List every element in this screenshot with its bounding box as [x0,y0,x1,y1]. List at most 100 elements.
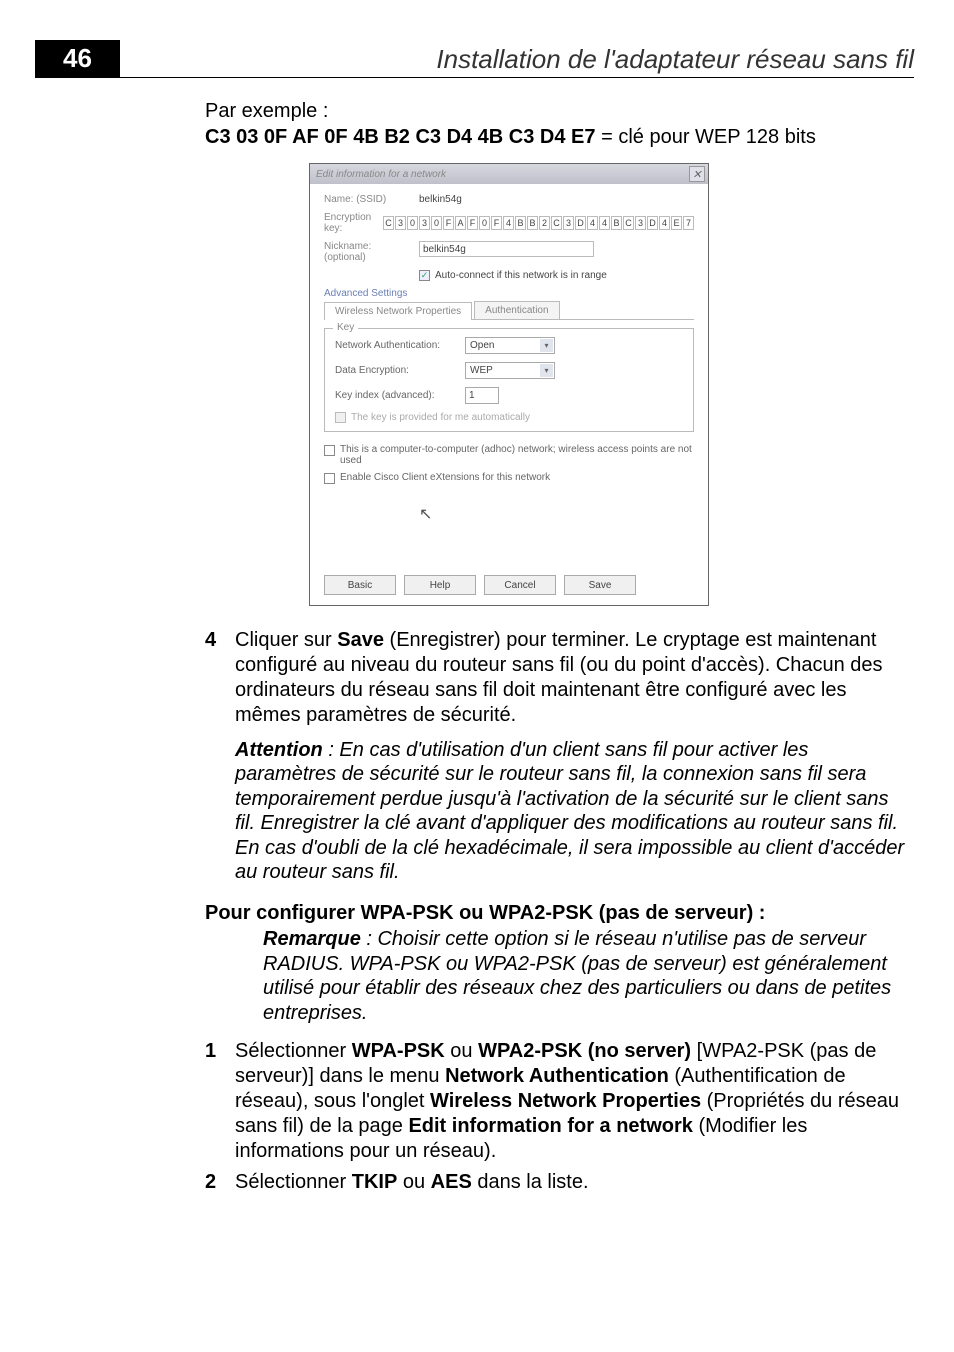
wep-key-value: C3 03 0F AF 0F 4B B2 C3 D4 4B C3 D4 E7 [205,126,596,148]
t: Cliquer sur [235,629,337,651]
wep-key-example: C3 03 0F AF 0F 4B B2 C3 D4 4B C3 D4 E7 =… [205,126,914,149]
content-area: Par exemple : C3 03 0F AF 0F 4B B2 C3 D4… [205,100,914,1195]
enc-char-box: 4 [587,216,598,230]
cisco-label: Enable Cisco Client eXtensions for this … [340,472,550,483]
enc-char-box: D [575,216,586,230]
enc-char-box: B [515,216,526,230]
enc-char-box: 7 [683,216,694,230]
enc-char-box: A [455,216,466,230]
b: WPA-PSK [352,1040,445,1062]
step-4: 4 Cliquer sur Save (Enregistrer) pour te… [205,628,914,728]
enc-char-box: 4 [503,216,514,230]
netauth-row: Network Authentication: Open ▾ [335,337,683,354]
nickname-row: Nickname: (optional) belkin54g [324,241,694,263]
tabs: Wireless Network Properties Authenticati… [324,301,694,320]
remarque-note: Remarque : Choisir cette option si le ré… [263,927,914,1025]
b: Wireless Network Properties [430,1090,701,1112]
step-number: 4 [205,628,235,728]
dataenc-select: WEP ▾ [465,362,555,379]
dialog-titlebar: Edit information for a network ✕ [310,164,708,184]
attention-note: Attention : En cas d'utilisation d'un cl… [235,738,914,884]
enc-char-box: 4 [659,216,670,230]
autoconnect-row: ✓ Auto-connect if this network is in ran… [419,270,694,281]
dialog-body: Name: (SSID) belkin54g Encryption key: C… [310,184,708,605]
step-1-text: Sélectionner WPA-PSK ou WPA2-PSK (no ser… [235,1039,914,1164]
enc-char-box: C [623,216,634,230]
close-icon: ✕ [689,166,705,182]
attention-label: Attention [235,739,323,761]
keyidx-row: Key index (advanced): 1 [335,387,683,404]
key-legend: Key [333,322,358,333]
enc-char-box: 3 [635,216,646,230]
dataenc-label: Data Encryption: [335,365,465,376]
b: TKIP [352,1171,398,1193]
save-button: Save [564,575,636,595]
enc-char-box: C [551,216,562,230]
enc-key-label: Encryption key: [324,212,383,234]
netauth-select: Open ▾ [465,337,555,354]
t: Sélectionner [235,1171,352,1193]
step-number: 1 [205,1039,235,1164]
chevron-down-icon: ▾ [540,339,553,352]
t: ou [397,1171,430,1193]
dialog-footer: Basic Help Cancel Save [324,569,694,595]
keyidx-spinner: 1 [465,387,499,404]
header-rule [35,77,914,78]
dataenc-row: Data Encryption: WEP ▾ [335,362,683,379]
t: Sélectionner [235,1040,352,1062]
netauth-value: Open [470,340,494,351]
step-1: 1 Sélectionner WPA-PSK ou WPA2-PSK (no s… [205,1039,914,1164]
nickname-optional: (optional) [324,252,366,263]
dialog-title: Edit information for a network [316,169,446,180]
enc-char-box: B [527,216,538,230]
enc-char-box: 3 [563,216,574,230]
page-header-title: Installation de l'adaptateur réseau sans… [436,44,914,75]
t: ou [445,1040,478,1062]
nickname-label-text: Nickname: [324,241,371,252]
enc-char-box: 0 [431,216,442,230]
attention-text: : En cas d'utilisation d'un client sans … [235,739,904,883]
dataenc-value: WEP [470,365,493,376]
enc-char-box: F [467,216,478,230]
ssid-value: belkin54g [419,194,462,205]
checkbox-icon [324,473,335,484]
step-4-text: Cliquer sur Save (Enregistrer) pour term… [235,628,914,728]
key-fieldset: Key Network Authentication: Open ▾ Data … [324,328,694,432]
save-bold: Save [337,629,384,651]
enc-char-box: 3 [395,216,406,230]
enc-char-box: B [611,216,622,230]
enc-char-box: F [443,216,454,230]
wep-key-desc: = clé pour WEP 128 bits [596,126,816,148]
b: WPA2-PSK (no server) [478,1040,691,1062]
step-number: 2 [205,1170,235,1195]
keyidx-label: Key index (advanced): [335,390,465,401]
dialog-screenshot: Edit information for a network ✕ Name: (… [309,163,709,606]
tab-authentication: Authentication [474,301,559,319]
step-2: 2 Sélectionner TKIP ou AES dans la liste… [205,1170,914,1195]
enc-char-box: 2 [539,216,550,230]
ssid-label: Name: (SSID) [324,194,419,205]
subhead-wpa: Pour configurer WPA-PSK ou WPA2-PSK (pas… [205,902,914,925]
checkbox-icon: ✓ [419,270,430,281]
b: Edit information for a network [408,1115,692,1137]
checkbox-icon [335,412,346,423]
nickname-input: belkin54g [419,241,594,257]
enc-key-row: Encryption key: C3030FAF0F4BB2C3D44BC3D4… [324,212,694,234]
cursor-icon: ↖ [419,504,694,524]
adhoc-row: This is a computer-to-computer (adhoc) n… [324,444,694,466]
page-number: 46 [35,40,120,77]
enc-char-box: D [647,216,658,230]
enc-char-box: 0 [479,216,490,230]
help-button: Help [404,575,476,595]
enc-char-box: C [383,216,394,230]
chevron-down-icon: ▾ [540,364,553,377]
autokey-row: The key is provided for me automatically [335,412,683,423]
autokey-label: The key is provided for me automatically [351,412,530,423]
nickname-label: Nickname: (optional) [324,241,419,263]
cancel-button: Cancel [484,575,556,595]
cisco-row: Enable Cisco Client eXtensions for this … [324,472,694,484]
autoconnect-label: Auto-connect if this network is in range [435,270,607,281]
enc-char-box: 4 [599,216,610,230]
enc-char-box: F [491,216,502,230]
enc-char-box: 3 [419,216,430,230]
